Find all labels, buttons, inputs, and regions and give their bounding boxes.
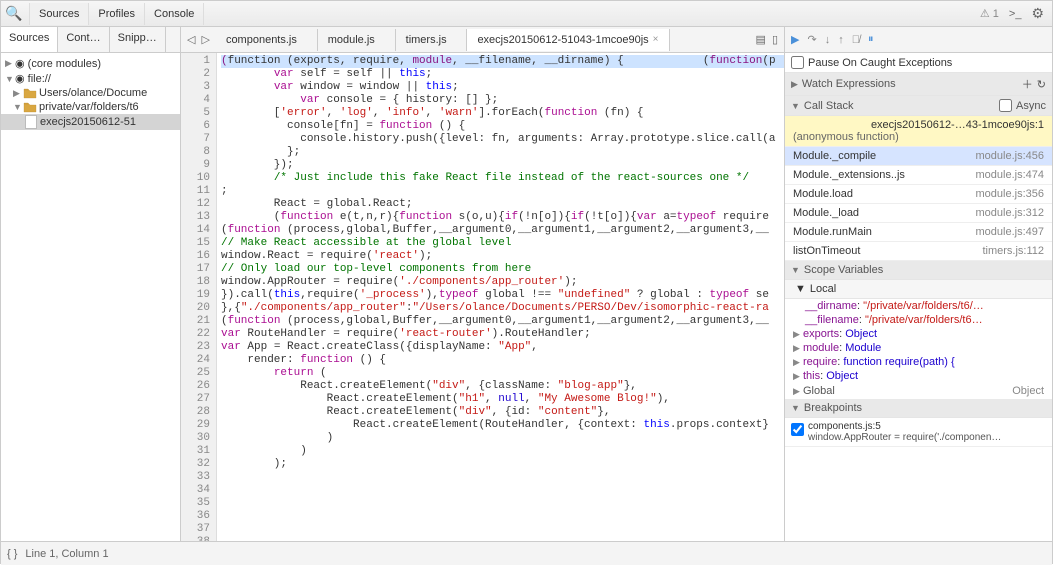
scope-local-header[interactable]: ▼Local <box>785 280 1052 299</box>
pretty-print-icon[interactable]: { } <box>7 548 17 560</box>
tree-file-exec[interactable]: execjs20150612-51 <box>1 114 180 130</box>
watch-expressions-header[interactable]: ▶Watch Expressions ＋ ↻ <box>785 73 1052 96</box>
scope-global[interactable]: ▶ Global Object <box>785 383 1052 399</box>
call-frame[interactable]: Module.runMainmodule.js:497 <box>785 223 1052 242</box>
breakpoint-text: window.AppRouter = require('./componen… <box>808 432 1001 443</box>
close-icon[interactable]: × <box>653 34 659 45</box>
code-editor[interactable]: 1234567891011121314151617181920212223242… <box>181 53 784 541</box>
call-frame[interactable]: Module._extensions..jsmodule.js:474 <box>785 166 1052 185</box>
file-tab[interactable]: components.js× <box>216 29 318 51</box>
file-tab[interactable]: timers.js× <box>396 29 468 51</box>
history-fwd-icon[interactable]: ▷ <box>201 33 209 46</box>
resume-icon[interactable]: ▶ <box>791 33 799 46</box>
top-toolbar: 🔍 Sources Profiles Console ⚠ 1 >_ ⚙ <box>1 1 1052 27</box>
panel-tab-console[interactable]: Console <box>145 3 204 25</box>
code-area[interactable]: (function (exports, require, module, __f… <box>217 53 784 541</box>
refresh-watch-icon[interactable]: ↻ <box>1037 78 1046 91</box>
warnings-badge[interactable]: ⚠ 1 <box>980 7 999 20</box>
file-tab-label: module.js <box>328 34 375 46</box>
scope-variable[interactable]: ▶require: function require(path) { <box>785 355 1052 369</box>
step-out-icon[interactable]: ↑ <box>838 34 844 46</box>
panel-tab-profiles[interactable]: Profiles <box>89 3 145 25</box>
call-frame[interactable]: execjs20150612-…43-1mcoe90js:1(anonymous… <box>785 116 1052 147</box>
scope-variable[interactable]: __filename: "/private/var/folders/t6… <box>785 313 1052 327</box>
tree-file-root[interactable]: ▼◉ file:// <box>1 71 180 86</box>
breakpoint-checkbox[interactable] <box>791 423 804 436</box>
scope-variable[interactable]: __dirname: "/private/var/folders/t6/… <box>785 299 1052 313</box>
tree-folder-users[interactable]: ▶Users/olance/Docume <box>1 86 180 100</box>
file-tab-label: components.js <box>226 34 297 46</box>
tabs-row: Sources Cont… Snipp… ◁ ▷ components.js×m… <box>1 27 1052 53</box>
search-icon[interactable]: 🔍 <box>1 5 27 22</box>
cursor-position: Line 1, Column 1 <box>25 548 108 560</box>
async-label: Async <box>1016 100 1046 112</box>
breakpoint-location: components.js:5 <box>808 421 1001 432</box>
pause-on-exceptions[interactable]: Pause On Caught Exceptions <box>785 53 1052 73</box>
editor-status-bar: { } Line 1, Column 1 <box>1 541 1052 565</box>
file-tabs: ◁ ▷ components.js×module.js×timers.js×ex… <box>181 27 784 52</box>
call-frame[interactable]: listOnTimeouttimers.js:112 <box>785 242 1052 261</box>
panel-tab-sources[interactable]: Sources <box>29 3 89 25</box>
file-tab-label: timers.js <box>406 34 447 46</box>
toggle-sidebar-icon[interactable]: ▯ <box>772 33 778 46</box>
sidebar-tab-snippets[interactable]: Snipp… <box>110 27 166 52</box>
add-watch-icon[interactable]: ＋ <box>1022 76 1033 92</box>
call-stack-header[interactable]: ▼Call Stack Async <box>785 96 1052 116</box>
call-frame[interactable]: Module.loadmodule.js:356 <box>785 185 1052 204</box>
sidebar-tab-sources[interactable]: Sources <box>1 27 58 52</box>
drawer-toggle-icon[interactable]: >_ <box>1009 8 1022 20</box>
file-tab[interactable]: module.js× <box>318 29 396 51</box>
file-tab-label: execjs20150612-51043-1mcoe90js <box>477 34 648 46</box>
breakpoint-item[interactable]: components.js:5 window.AppRouter = requi… <box>785 418 1052 447</box>
format-icon[interactable]: ▤ <box>756 33 766 46</box>
line-gutter: 1234567891011121314151617181920212223242… <box>181 53 217 541</box>
scope-variables-header[interactable]: ▼Scope Variables <box>785 261 1052 280</box>
file-tab[interactable]: execjs20150612-51043-1mcoe90js × <box>467 29 669 51</box>
settings-icon[interactable]: ⚙ <box>1031 5 1044 22</box>
sidebar-tab-content[interactable]: Cont… <box>58 27 109 52</box>
tree-core-modules[interactable]: ▶◉ (core modules) <box>1 56 180 71</box>
scope-variable[interactable]: ▶this: Object <box>785 369 1052 383</box>
pause-icon[interactable]: ⏸ <box>868 33 874 46</box>
async-checkbox[interactable] <box>999 99 1012 112</box>
deactivate-breakpoints-icon[interactable]: ⦿̸ <box>852 34 860 46</box>
debug-toolbar: ▶ ↷ ↓ ↑ ⦿̸ ⏸ <box>784 27 1052 52</box>
call-frame[interactable]: Module._loadmodule.js:312 <box>785 204 1052 223</box>
scope-variable[interactable]: ▶module: Module <box>785 341 1052 355</box>
history-back-icon[interactable]: ◁ <box>187 33 195 46</box>
tree-folder-private[interactable]: ▼private/var/folders/t6 <box>1 100 180 114</box>
breakpoints-header[interactable]: ▼Breakpoints <box>785 399 1052 418</box>
main-area: ▶◉ (core modules) ▼◉ file:// ▶Users/olan… <box>1 53 1052 541</box>
call-frame[interactable]: Module._compilemodule.js:456 <box>785 147 1052 166</box>
debugger-panel: Pause On Caught Exceptions ▶Watch Expres… <box>784 53 1052 541</box>
pause-exceptions-label: Pause On Caught Exceptions <box>808 57 952 69</box>
sidebar-tabs: Sources Cont… Snipp… <box>1 27 181 52</box>
navigator-sidebar: ▶◉ (core modules) ▼◉ file:// ▶Users/olan… <box>1 53 181 541</box>
step-into-icon[interactable]: ↓ <box>825 34 831 46</box>
scope-variable[interactable]: ▶exports: Object <box>785 327 1052 341</box>
pause-exceptions-checkbox[interactable] <box>791 56 804 69</box>
step-over-icon[interactable]: ↷ <box>807 33 816 46</box>
